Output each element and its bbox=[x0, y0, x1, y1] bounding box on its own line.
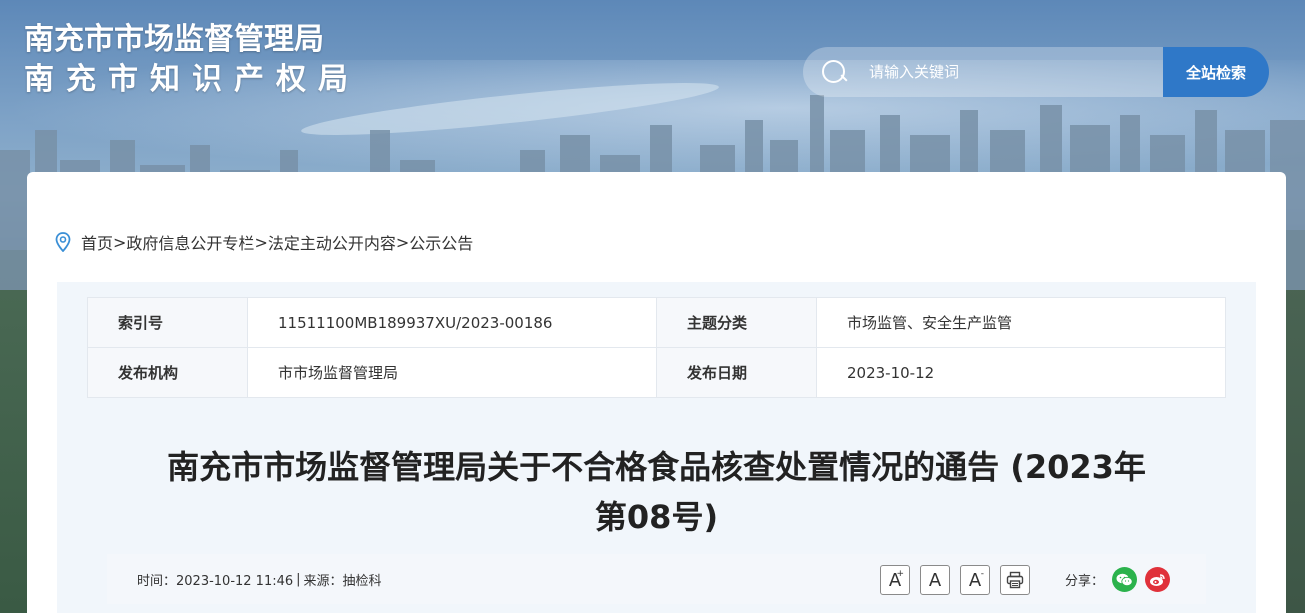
plus-sign: + bbox=[896, 569, 904, 579]
breadcrumb-statutory-content[interactable]: 法定主动公开内容 bbox=[268, 230, 396, 254]
printer-icon bbox=[1006, 571, 1024, 589]
index-value: 11511100MB189937XU/2023-00186 bbox=[247, 297, 657, 348]
index-label: 索引号 bbox=[87, 297, 248, 348]
breadcrumb-announcements[interactable]: 公示公告 bbox=[409, 230, 473, 254]
article-title-line-2: 第08号) bbox=[594, 498, 719, 536]
date-value: 2023-10-12 bbox=[816, 347, 1226, 398]
breadcrumb-separator: > bbox=[395, 232, 410, 252]
breadcrumb-gov-info[interactable]: 政府信息公开专栏 bbox=[126, 230, 254, 254]
article-title: 南充市市场监督管理局关于不合格食品核查处置情况的通告 (2023年 第08号) bbox=[87, 442, 1226, 542]
publisher-value: 市市场监督管理局 bbox=[247, 347, 657, 398]
font-smaller-label: A bbox=[968, 569, 982, 591]
font-normal-button[interactable]: A bbox=[920, 565, 950, 595]
logo-line-2: 南充市知识产权局 bbox=[24, 62, 360, 97]
site-search: 全站检索 bbox=[803, 47, 1269, 97]
table-row: 索引号 11511100MB189937XU/2023-00186 主题分类 市… bbox=[87, 297, 1226, 348]
search-input[interactable] bbox=[869, 63, 1129, 81]
location-pin-icon bbox=[55, 232, 71, 252]
publisher-label: 发布机构 bbox=[87, 347, 248, 398]
article-area: 索引号 11511100MB189937XU/2023-00186 主题分类 市… bbox=[57, 282, 1256, 613]
font-size-tools: A + A A- bbox=[880, 565, 1040, 595]
content-card: 首页 > 政府信息公开专栏 > 法定主动公开内容 > 公示公告 索引号 1151… bbox=[27, 172, 1286, 613]
info-table: 索引号 11511100MB189937XU/2023-00186 主题分类 市… bbox=[87, 297, 1226, 398]
article-source: 来源：抽检科 bbox=[303, 573, 382, 589]
wechat-icon bbox=[1116, 573, 1133, 586]
minus-sign: - bbox=[980, 569, 984, 579]
topic-label: 主题分类 bbox=[656, 297, 817, 348]
print-button[interactable] bbox=[1000, 565, 1030, 595]
weibo-icon bbox=[1150, 573, 1165, 586]
font-smaller-button[interactable]: A- bbox=[960, 565, 990, 595]
share-wechat-button[interactable] bbox=[1112, 567, 1138, 592]
site-logo[interactable]: 南充市市场监督管理局 南充市知识产权局 bbox=[24, 22, 360, 98]
font-larger-button[interactable]: A + bbox=[880, 565, 910, 595]
article-meta-bar: 时间：2023-10-12 11:46 | 来源：抽检科 A + A A- 分享… bbox=[107, 554, 1206, 604]
share-weibo-button[interactable] bbox=[1145, 567, 1171, 592]
topic-value: 市场监管、安全生产监管 bbox=[816, 297, 1226, 348]
share-area: 分享： bbox=[1065, 567, 1171, 592]
breadcrumb: 首页 > 政府信息公开专栏 > 法定主动公开内容 > 公示公告 bbox=[55, 230, 473, 254]
breadcrumb-home[interactable]: 首页 bbox=[81, 230, 113, 254]
site-search-button[interactable]: 全站检索 bbox=[1163, 47, 1269, 97]
breadcrumb-separator: > bbox=[254, 232, 268, 252]
font-normal-label: A bbox=[928, 569, 942, 591]
search-box bbox=[803, 47, 1163, 97]
date-label: 发布日期 bbox=[656, 347, 817, 398]
search-icon[interactable] bbox=[821, 59, 847, 85]
publish-time: 时间：2023-10-12 11:46 bbox=[137, 573, 294, 589]
meta-divider: | bbox=[296, 571, 301, 587]
logo-line-1: 南充市市场监督管理局 bbox=[24, 22, 324, 57]
table-row: 发布机构 市市场监督管理局 发布日期 2023-10-12 bbox=[87, 347, 1226, 398]
share-label: 分享： bbox=[1065, 574, 1105, 589]
breadcrumb-separator: > bbox=[113, 232, 127, 252]
article-title-line-1: 南充市市场监督管理局关于不合格食品核查处置情况的通告 (2023年 bbox=[167, 448, 1146, 486]
